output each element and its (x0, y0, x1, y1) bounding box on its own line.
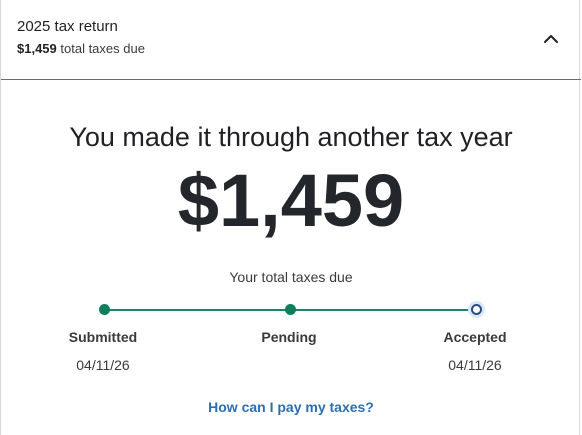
step-date-accepted: 04/11/26 (448, 357, 502, 373)
step-accepted-ring (468, 301, 485, 318)
step-label-submitted: Submitted (68, 329, 138, 345)
step-date-submitted: 04/11/26 (76, 357, 130, 373)
chevron-up-icon[interactable] (541, 30, 561, 48)
tax-return-header[interactable]: 2025 tax return $1,459 total taxes due (1, 0, 581, 80)
step-pending-dot (285, 304, 296, 315)
header-amount: $1,459 (17, 41, 57, 56)
step-label-pending: Pending (261, 329, 317, 345)
tax-return-card: 2025 tax return $1,459 total taxes due Y… (0, 0, 581, 435)
total-amount-label: Your total taxes due (229, 269, 353, 285)
header-title: 2025 tax return (17, 18, 118, 35)
total-amount: $1,459 (177, 159, 405, 242)
step-submitted-dot (99, 304, 110, 315)
step-label-accepted: Accepted (443, 329, 507, 345)
header-amount-suffix: total taxes due (60, 41, 145, 56)
headline: You made it through another tax year (69, 122, 513, 152)
pay-taxes-link[interactable]: How can I pay my taxes? (1, 399, 581, 415)
step-accepted-ring-inner (471, 304, 482, 315)
header-subtitle: $1,459 total taxes due (17, 41, 145, 56)
